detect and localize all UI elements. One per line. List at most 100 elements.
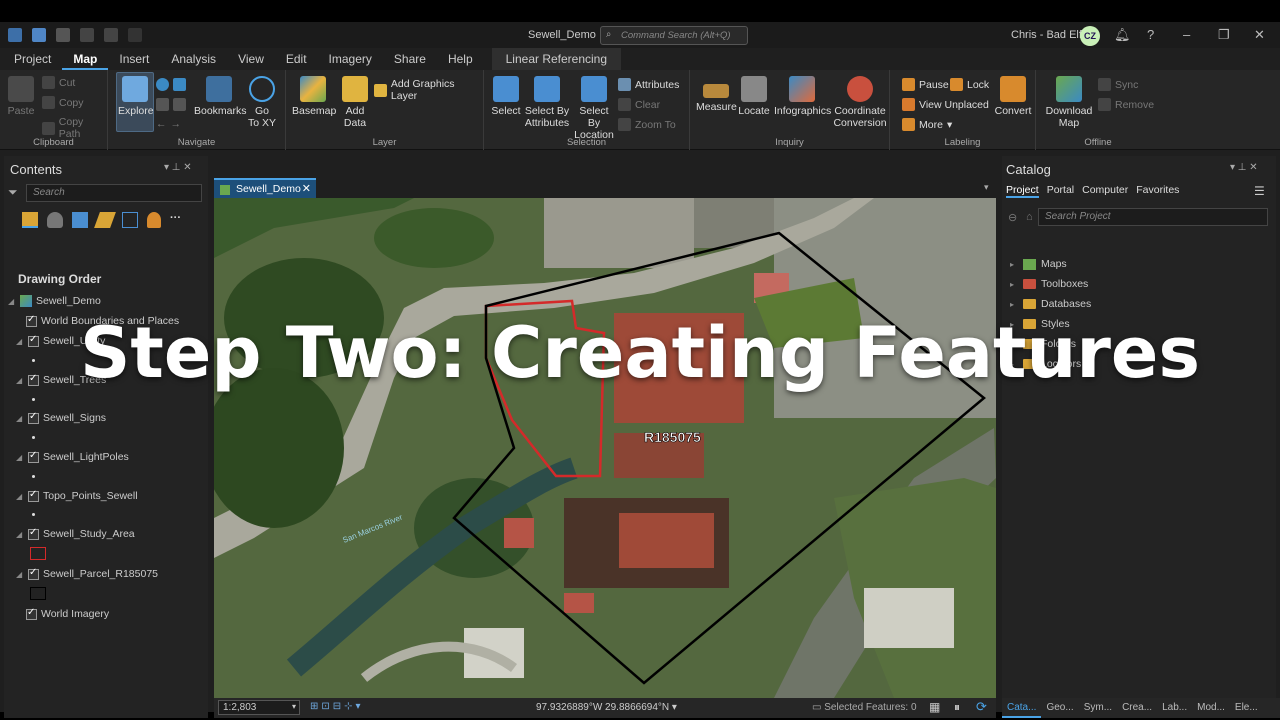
home-icon[interactable]: ⌂ — [1026, 211, 1033, 223]
coordinate-conversion-button[interactable]: Coordinate Conversion — [832, 76, 888, 129]
layer-visibility-checkbox[interactable] — [28, 567, 39, 580]
new-project-icon[interactable] — [8, 28, 22, 42]
sync-button[interactable]: Sync — [1098, 78, 1138, 91]
customize-icon[interactable] — [128, 28, 142, 42]
select-button[interactable]: Select — [490, 76, 522, 117]
lock-button[interactable]: Lock — [950, 78, 989, 91]
download-map-button[interactable]: Download Map — [1044, 76, 1094, 129]
tab-project[interactable]: Project — [0, 48, 62, 70]
layer-sewell-study-area[interactable]: ◢ Sewell_Study_Area — [16, 527, 135, 541]
tab-share[interactable]: Share — [383, 48, 437, 70]
full-extent-button[interactable] — [156, 78, 186, 91]
attributes-button[interactable]: Attributes — [618, 78, 679, 91]
catalog-tab-favorites[interactable]: Favorites — [1136, 184, 1179, 198]
layer-sewell-parcel[interactable]: ◢ Sewell_Parcel_R185075 — [16, 567, 158, 581]
zoom-extent-buttons[interactable] — [156, 98, 186, 111]
close-tab-icon[interactable]: ✕ — [302, 182, 311, 195]
notifications-icon[interactable]: 🔔︎ — [1114, 27, 1131, 43]
contents-search-input[interactable]: Search — [26, 184, 202, 202]
tab-linear-referencing[interactable]: Linear Referencing — [491, 48, 622, 70]
menu-icon[interactable]: ☰ — [1254, 184, 1265, 198]
pane-options-icon[interactable]: ▾ ⊥ ✕ — [164, 162, 192, 173]
catalog-search-input[interactable]: Search Project — [1038, 208, 1268, 226]
select-by-location-button[interactable]: Select By Location — [572, 76, 616, 141]
add-data-button[interactable]: Add Data — [338, 76, 372, 129]
remove-button[interactable]: Remove — [1098, 98, 1154, 111]
expand-icon[interactable]: ▸ — [1010, 280, 1018, 289]
cut-button[interactable]: Cut — [42, 76, 75, 89]
pause-drawing-icon[interactable]: ⏸ — [954, 700, 960, 715]
restore-icon[interactable]: ❐ — [1218, 27, 1230, 43]
open-icon[interactable] — [32, 28, 46, 42]
editing-view-icon[interactable] — [94, 212, 116, 228]
locate-button[interactable]: Locate — [738, 76, 770, 117]
expand-icon[interactable]: ▸ — [1010, 260, 1018, 269]
map-canvas[interactable]: R185075 San Marcos River — [214, 198, 996, 698]
copy-button[interactable]: Copy — [42, 96, 84, 109]
layer-visibility-checkbox[interactable] — [26, 607, 37, 620]
previous-next-extent[interactable]: ← → — [156, 118, 181, 130]
scale-dropdown[interactable]: 1:2,803 ▾ — [218, 700, 300, 715]
avatar[interactable]: CZ — [1080, 26, 1100, 46]
layer-visibility-checkbox[interactable] — [28, 411, 39, 424]
layer-world-imagery[interactable]: World Imagery — [26, 607, 109, 620]
catalog-item-toolboxes[interactable]: ▸ Toolboxes — [1010, 278, 1088, 290]
selection-view-icon[interactable] — [72, 212, 88, 228]
tab-help[interactable]: Help — [437, 48, 484, 70]
catalog-tab-computer[interactable]: Computer — [1082, 184, 1128, 198]
basemap-button[interactable]: Basemap — [292, 76, 336, 117]
tab-modify-features[interactable]: Mod... — [1192, 698, 1230, 718]
select-by-attributes-button[interactable]: Select By Attributes — [524, 76, 570, 129]
more-options-icon[interactable]: ··· — [170, 212, 181, 228]
tab-insert[interactable]: Insert — [108, 48, 160, 70]
map-view-tab[interactable]: Sewell_Demo ✕ — [214, 178, 316, 198]
tab-view[interactable]: View — [227, 48, 275, 70]
tab-element[interactable]: Ele... — [1230, 698, 1263, 718]
drawing-order-icon[interactable] — [22, 212, 38, 228]
chevron-down-icon[interactable]: ▾ — [672, 702, 677, 713]
catalog-tab-project[interactable]: Project — [1006, 184, 1039, 198]
user-name[interactable]: Chris - Bad Elf — [1011, 29, 1082, 41]
pane-options-icon[interactable]: ▾ ⊥ ✕ — [1230, 162, 1258, 173]
map-node[interactable]: ◢ Sewell_Demo — [8, 295, 101, 307]
paste-button[interactable]: Paste — [6, 76, 36, 117]
view-unplaced-button[interactable]: View Unplaced — [902, 98, 989, 111]
refresh-icon[interactable]: ⟳ — [976, 699, 987, 715]
collapse-icon[interactable]: ◢ — [8, 297, 16, 306]
layer-sewell-signs[interactable]: ◢ Sewell_Signs — [16, 411, 106, 425]
catalog-item-databases[interactable]: ▸ Databases — [1010, 298, 1091, 310]
add-graphics-layer-button[interactable]: Add Graphics Layer — [374, 78, 483, 102]
infographics-button[interactable]: Infographics — [774, 76, 831, 117]
help-icon[interactable]: ? — [1147, 27, 1154, 42]
tab-catalog[interactable]: Cata... — [1002, 698, 1042, 718]
command-search-input[interactable]: ⌕ Command Search (Alt+Q) — [600, 26, 748, 45]
collapse-icon[interactable]: ◢ — [16, 530, 24, 539]
selected-features[interactable]: ▭ Selected Features: 0 — [812, 702, 917, 713]
filter-icon[interactable]: ⏷ — [8, 185, 18, 200]
collapse-icon[interactable]: ◢ — [16, 570, 24, 579]
tab-edit[interactable]: Edit — [275, 48, 318, 70]
redo-icon[interactable] — [104, 28, 118, 42]
tab-analysis[interactable]: Analysis — [160, 48, 227, 70]
tab-list-chevron-icon[interactable]: ▾ — [984, 182, 989, 193]
layer-sewell-lightpoles[interactable]: ◢ Sewell_LightPoles — [16, 450, 129, 464]
back-icon[interactable]: ⊖ — [1008, 211, 1017, 224]
save-icon[interactable] — [56, 28, 70, 42]
layer-topo-points[interactable]: ◢ Topo_Points_Sewell — [16, 489, 138, 503]
close-icon[interactable]: ✕ — [1254, 27, 1265, 43]
clear-button[interactable]: Clear — [618, 98, 660, 111]
expand-icon[interactable]: ▸ — [1010, 300, 1018, 309]
snapping-view-icon[interactable] — [122, 212, 138, 228]
catalog-item-maps[interactable]: ▸ Maps — [1010, 258, 1067, 270]
layer-visibility-checkbox[interactable] — [28, 489, 39, 502]
zoom-to-button[interactable]: Zoom To — [618, 118, 676, 131]
collapse-icon[interactable]: ◢ — [16, 414, 24, 423]
more-button[interactable]: More ▾ — [902, 118, 952, 131]
convert-button[interactable]: Convert — [994, 76, 1032, 117]
status-tools[interactable]: ⊞⊡⊟⊹▾ — [310, 701, 364, 712]
catalog-tab-portal[interactable]: Portal — [1047, 184, 1074, 198]
tab-symbology[interactable]: Sym... — [1079, 698, 1117, 718]
minimize-icon[interactable]: – — [1183, 27, 1190, 42]
undo-icon[interactable] — [80, 28, 94, 42]
tab-map[interactable]: Map — [62, 48, 109, 70]
